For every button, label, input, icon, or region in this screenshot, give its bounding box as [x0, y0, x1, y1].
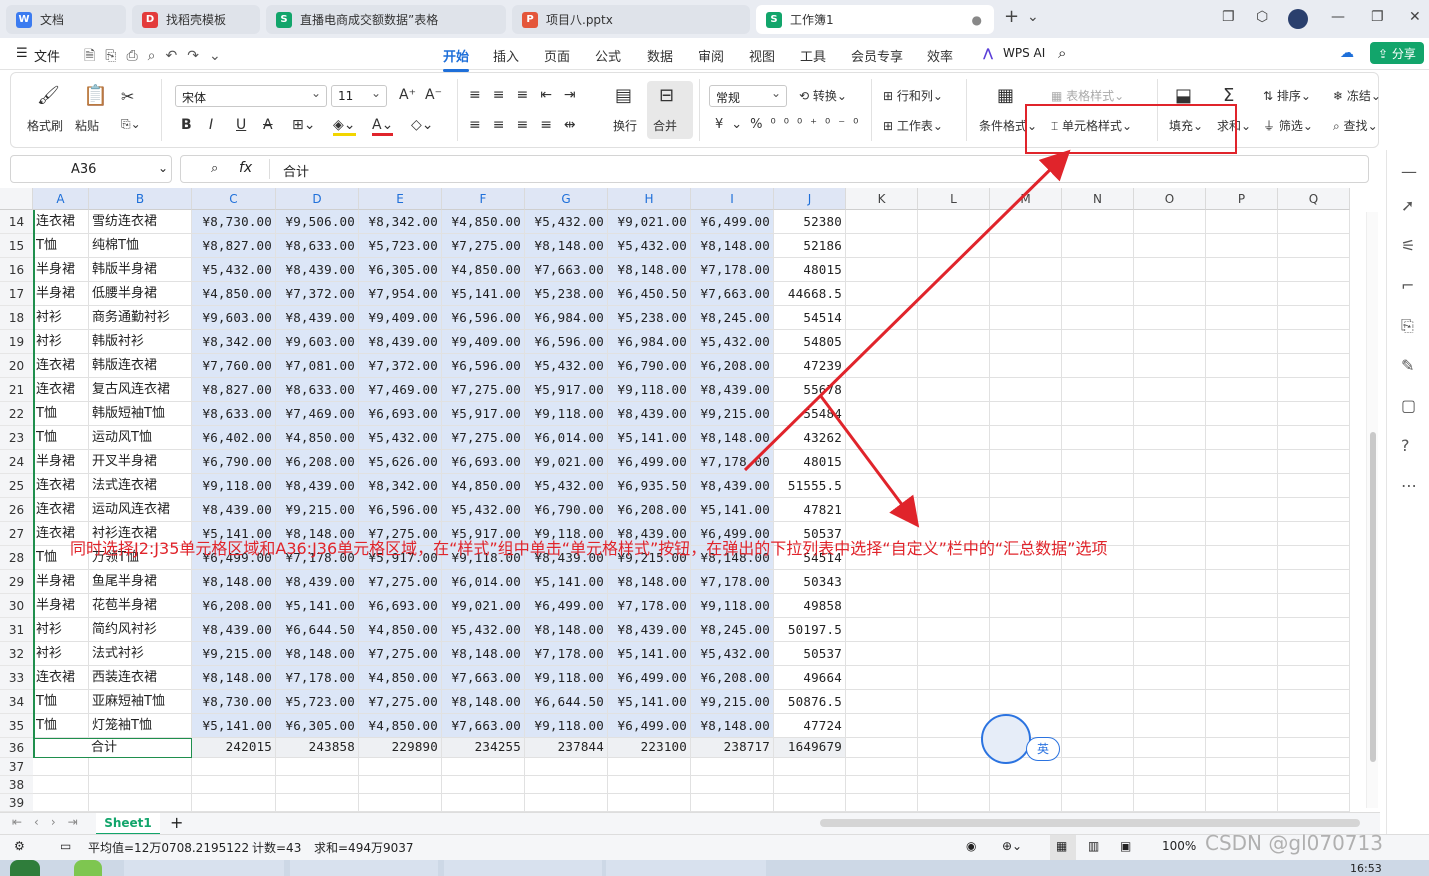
more-icon[interactable]: ⋯ [1401, 476, 1417, 495]
minus-icon[interactable]: — [1401, 162, 1417, 181]
taskbar-item[interactable] [606, 860, 766, 876]
crop-icon[interactable]: ⌐ [1401, 276, 1414, 295]
layout-icon[interactable]: ▭ [60, 839, 71, 853]
status-bar: ⚙ ▭ 平均值=12万0708.2195122 计数=43 求和=494万903… [0, 831, 1429, 861]
arrow-to-annotation [818, 394, 920, 528]
add-sheet-icon[interactable]: + [170, 813, 183, 832]
macro-icon[interactable]: ⚙ [14, 839, 25, 853]
tools-icon[interactable]: ✎ [1401, 356, 1414, 375]
display-mode-icon[interactable]: ⊕⌄ [1002, 839, 1022, 853]
app-icon[interactable] [74, 860, 102, 876]
sheet-tab-sheet1[interactable]: Sheet1 [96, 813, 160, 835]
os-taskbar: 16:53 [0, 860, 1429, 876]
page-layout-icon[interactable]: ▥ [1088, 839, 1099, 853]
page-break-icon[interactable]: ▣ [1120, 839, 1131, 853]
ime-avatar[interactable] [981, 714, 1031, 764]
settings-sliders-icon[interactable]: ⚟ [1401, 236, 1415, 255]
right-side-panel: — ➚ ⚟ ⌐ ⎘ ✎ ▢ ? ⋯ [1386, 150, 1429, 834]
status-count: 计数=43 [252, 841, 302, 855]
clock: 16:53 [1350, 862, 1382, 875]
taskbar-item[interactable] [290, 860, 438, 876]
translate-icon[interactable]: ⎘ [1401, 316, 1414, 336]
zoom-level[interactable]: 100% [1162, 839, 1196, 853]
sheet-tab-bar: ⇤‹›⇥ Sheet1 + [0, 812, 1380, 835]
help-icon[interactable]: ? [1401, 436, 1410, 455]
start-icon[interactable] [10, 860, 40, 876]
status-sum: 求和=494万9037 [314, 841, 414, 855]
eye-icon[interactable]: ◉ [966, 839, 976, 853]
select-pointer-icon[interactable]: ➚ [1401, 196, 1414, 215]
annotation-arrows [743, 149, 1071, 528]
ime-language-badge[interactable]: 英 [1026, 737, 1060, 761]
book-icon[interactable]: ▢ [1401, 396, 1416, 415]
taskbar-item[interactable] [124, 860, 284, 876]
horizontal-scrollbar[interactable] [820, 819, 1360, 827]
taskbar-item[interactable] [444, 860, 602, 876]
watermark: CSDN @gl070713 [1205, 831, 1383, 855]
status-average: 平均值=12万0708.2195122 [88, 841, 250, 855]
sheet-nav-arrows[interactable]: ⇤‹›⇥ [12, 815, 90, 829]
normal-view-icon: ▦ [1056, 839, 1068, 853]
arrow-to-cell-style [743, 149, 1071, 472]
